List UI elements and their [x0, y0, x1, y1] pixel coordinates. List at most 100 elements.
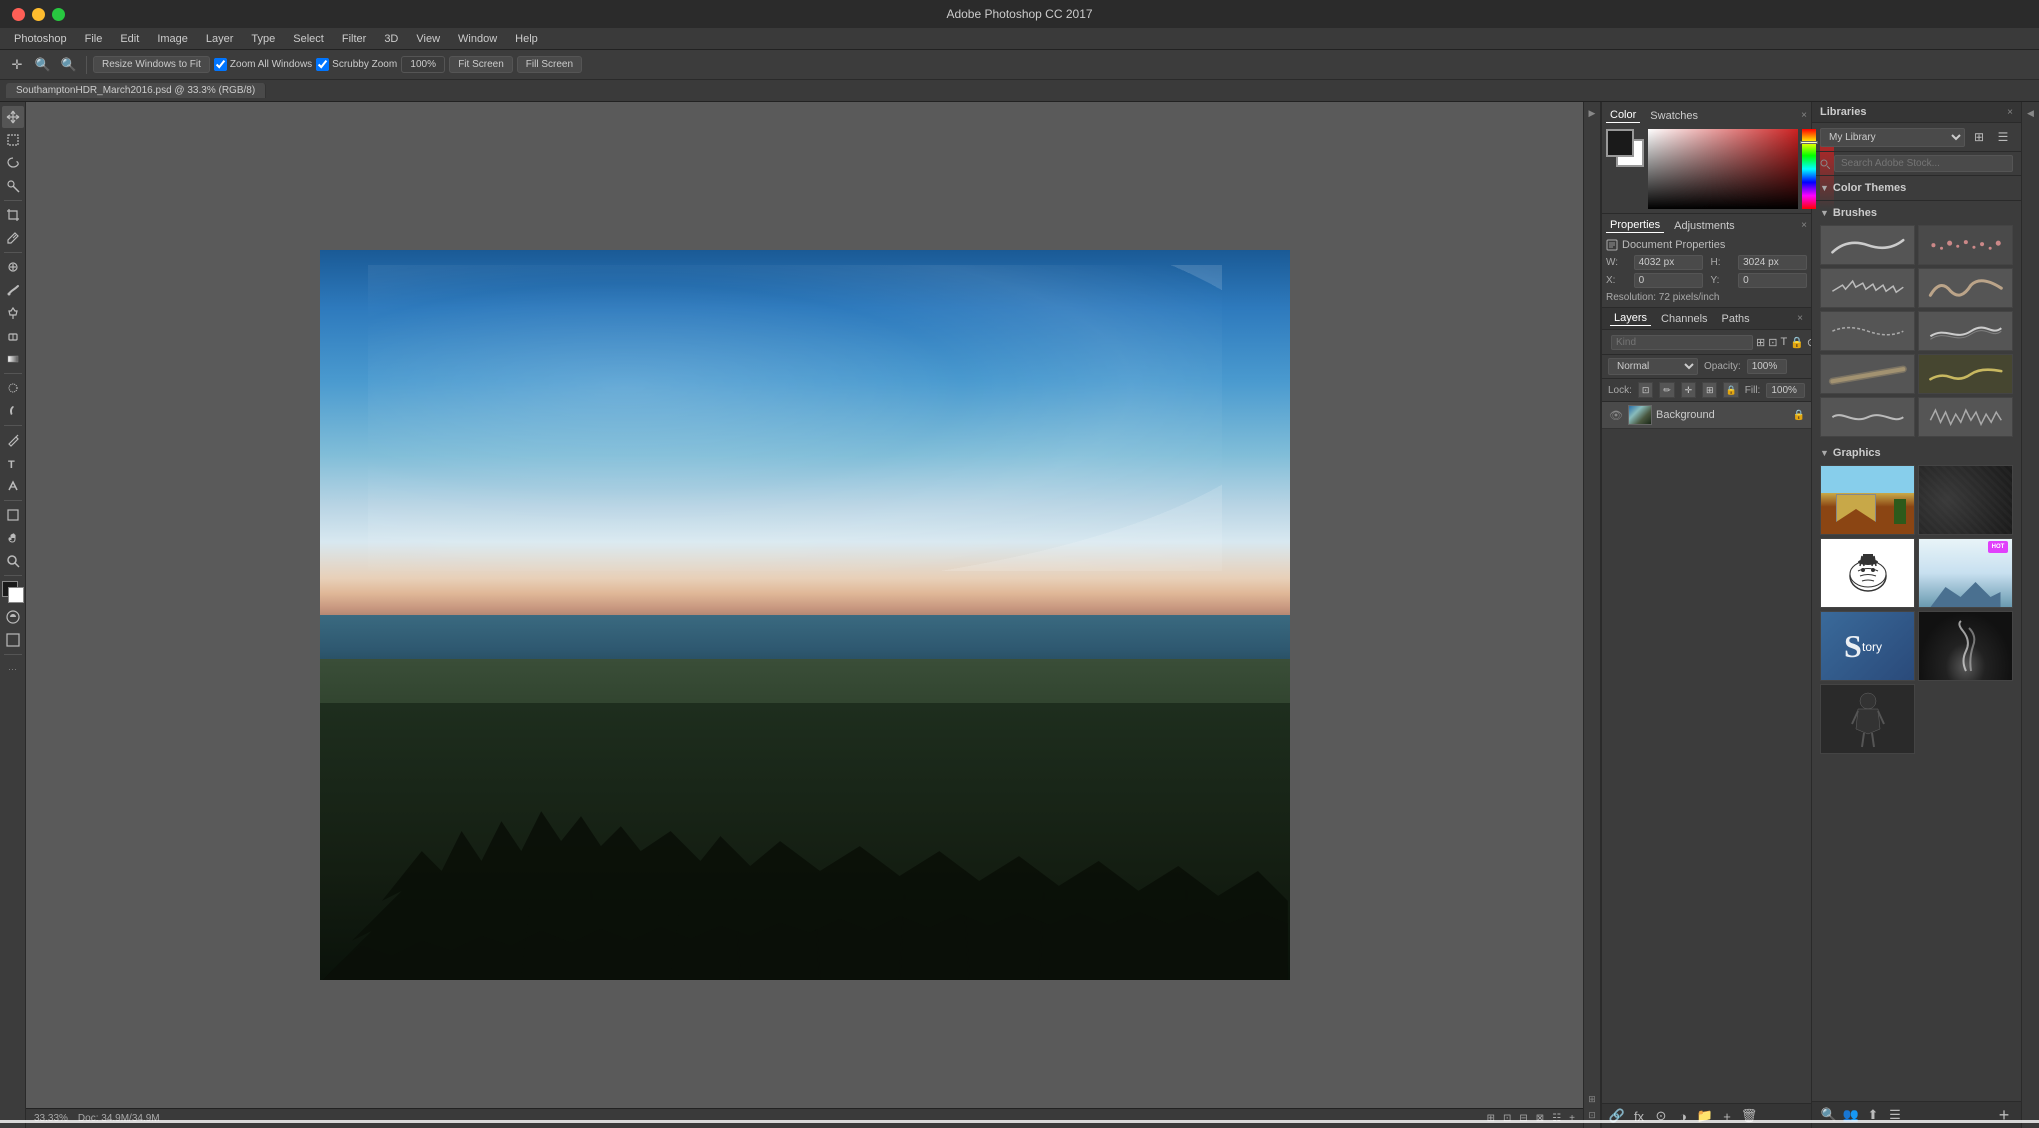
color-themes-header[interactable]: ▼ Color Themes [1820, 180, 2013, 196]
lock-transparency-btn[interactable]: ⊡ [1638, 382, 1653, 398]
list-item[interactable] [1918, 611, 2013, 681]
opacity-value[interactable]: 100% [1747, 359, 1787, 374]
menu-layer[interactable]: Layer [198, 31, 242, 47]
brush-item-2[interactable] [1918, 225, 2013, 265]
menu-edit[interactable]: Edit [112, 31, 147, 47]
layers-panel-close[interactable]: × [1797, 313, 1803, 324]
list-item[interactable]: HOT [1918, 538, 2013, 608]
swatches-tab[interactable]: Swatches [1646, 109, 1702, 123]
lock-position-btn[interactable]: ✛ [1681, 382, 1696, 398]
mid-strip-btn-1[interactable]: ⊞ [1585, 1092, 1599, 1106]
lock-all-btn[interactable]: 🔒 [1723, 382, 1738, 398]
eyedropper-tool[interactable] [2, 227, 24, 249]
brush-item-9[interactable] [1820, 397, 1915, 437]
layers-filter-type-btn[interactable]: ⊞ [1756, 333, 1765, 351]
list-item[interactable]: S tory [1820, 611, 1915, 681]
path-selection-tool[interactable] [2, 475, 24, 497]
menu-window[interactable]: Window [450, 31, 505, 47]
y-value[interactable]: 0 [1738, 273, 1807, 288]
pen-tool[interactable] [2, 429, 24, 451]
menu-select[interactable]: Select [285, 31, 332, 47]
layers-tab[interactable]: Layers [1610, 311, 1651, 326]
gradient-tool[interactable] [2, 348, 24, 370]
fit-screen-btn[interactable]: Fit Screen [449, 56, 513, 73]
list-item[interactable] [1820, 465, 1915, 535]
menu-3d[interactable]: 3D [376, 31, 406, 47]
libraries-panel-close[interactable]: × [2007, 107, 2013, 118]
resize-windows-btn[interactable]: Resize Windows to Fit [93, 56, 210, 73]
menu-photoshop[interactable]: Photoshop [6, 31, 75, 47]
layers-filter-attr-btn[interactable]: 🔒 [1790, 333, 1804, 351]
table-row[interactable]: 👁 Background 🔒 [1602, 402, 1811, 429]
properties-tab[interactable]: Properties [1606, 218, 1664, 233]
list-item[interactable] [1918, 465, 2013, 535]
color-gradient-picker[interactable] [1648, 129, 1798, 209]
list-item[interactable] [1820, 538, 1915, 608]
library-selector[interactable]: My Library [1820, 128, 1965, 147]
layers-filter-mode-btn[interactable]: T [1780, 333, 1787, 351]
graphics-header[interactable]: ▼ Graphics [1820, 445, 2013, 461]
zoom-out-icon[interactable]: 🔍 [32, 54, 54, 76]
foreground-color-swatch[interactable] [2, 581, 24, 603]
adjustments-tab[interactable]: Adjustments [1670, 219, 1739, 233]
layers-filter-color-btn[interactable]: ⊙ [1807, 333, 1811, 351]
hand-tool[interactable] [2, 527, 24, 549]
document-canvas[interactable] [320, 250, 1290, 980]
fill-value[interactable]: 100% [1766, 383, 1805, 398]
foreground-swatch[interactable] [1606, 129, 1634, 157]
crop-tool[interactable] [2, 204, 24, 226]
brush-item-7[interactable] [1820, 354, 1915, 394]
clone-stamp-tool[interactable] [2, 302, 24, 324]
layers-filter-input[interactable] [1611, 335, 1753, 350]
brush-item-10[interactable] [1918, 397, 2013, 437]
lib-grid-view-btn[interactable]: ⊞ [1969, 127, 1989, 147]
healing-brush-tool[interactable] [2, 256, 24, 278]
blur-tool[interactable] [2, 377, 24, 399]
brush-tool[interactable] [2, 279, 24, 301]
strip-collapse-btn[interactable]: ◀ [2024, 106, 2038, 120]
minimize-button[interactable] [32, 8, 45, 21]
screen-mode-btn[interactable] [2, 629, 24, 651]
magic-wand-tool[interactable] [2, 175, 24, 197]
close-button[interactable] [12, 8, 25, 21]
brush-item-1[interactable] [1820, 225, 1915, 265]
width-value[interactable]: 4032 px [1634, 255, 1703, 270]
rectangular-marquee-tool[interactable] [2, 129, 24, 151]
lib-search-input[interactable] [1834, 155, 2013, 172]
zoom-all-checkbox[interactable]: Zoom All Windows [214, 58, 312, 71]
channels-tab[interactable]: Channels [1657, 312, 1711, 326]
zoom-in-icon[interactable]: 🔍 [58, 54, 80, 76]
brush-item-4[interactable] [1918, 268, 2013, 308]
brush-item-8[interactable] [1918, 354, 2013, 394]
brushes-header[interactable]: ▼ Brushes [1820, 205, 2013, 221]
color-canvas[interactable] [1648, 129, 1798, 209]
lasso-tool[interactable] [2, 152, 24, 174]
list-item[interactable] [1820, 684, 1915, 754]
menu-image[interactable]: Image [149, 31, 196, 47]
dodge-tool[interactable] [2, 400, 24, 422]
zoom-tool[interactable] [2, 550, 24, 572]
extra-tools-btn[interactable]: ··· [2, 658, 24, 680]
fill-screen-btn[interactable]: Fill Screen [517, 56, 582, 73]
lib-list-view-btn[interactable]: ☰ [1993, 127, 2013, 147]
properties-panel-close[interactable]: × [1801, 220, 1807, 231]
move-tool-icon[interactable]: ✛ [6, 54, 28, 76]
menu-file[interactable]: File [77, 31, 111, 47]
menu-view[interactable]: View [408, 31, 448, 47]
quick-mask-btn[interactable] [2, 606, 24, 628]
color-spectrum-bar[interactable] [1802, 129, 1816, 209]
type-tool[interactable]: T [2, 452, 24, 474]
color-panel-close[interactable]: × [1801, 110, 1807, 121]
layer-visibility-toggle[interactable]: 👁 [1608, 407, 1624, 423]
brush-item-6[interactable] [1918, 311, 2013, 351]
eraser-tool[interactable] [2, 325, 24, 347]
scrubby-zoom-checkbox[interactable]: Scrubby Zoom [316, 58, 397, 71]
brush-item-3[interactable] [1820, 268, 1915, 308]
menu-type[interactable]: Type [243, 31, 283, 47]
document-tab[interactable]: SouthamptonHDR_March2016.psd @ 33.3% (RG… [6, 83, 266, 98]
blend-mode-select[interactable]: Normal [1608, 358, 1698, 375]
paths-tab[interactable]: Paths [1718, 312, 1754, 326]
move-tool[interactable] [2, 106, 24, 128]
menu-help[interactable]: Help [507, 31, 546, 47]
brush-item-5[interactable] [1820, 311, 1915, 351]
